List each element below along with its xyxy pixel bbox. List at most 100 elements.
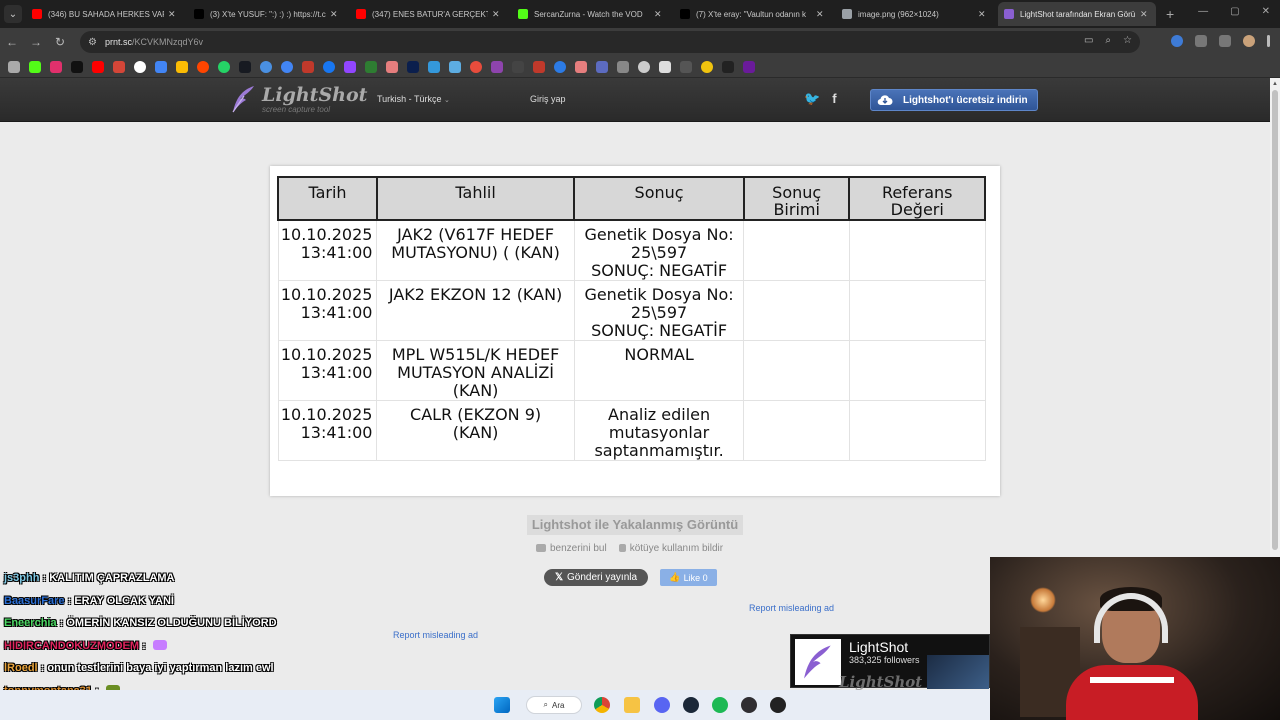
reference-cell [848, 219, 986, 281]
lightshot-logo[interactable]: LightShot screen capture tool [230, 84, 367, 114]
bookmark-s-icon[interactable] [680, 60, 692, 73]
bookmark-reddit-icon[interactable] [197, 60, 209, 73]
facebook-icon[interactable]: f [832, 91, 836, 107]
bookmark-b-icon[interactable] [407, 60, 419, 73]
bookmark-coin-icon[interactable] [701, 60, 713, 73]
bookmark-steam-icon[interactable] [239, 60, 251, 73]
back-icon[interactable]: ← [0, 35, 24, 49]
tab-search-icon[interactable]: ⌄ [4, 5, 22, 23]
close-tab-icon[interactable]: ✕ [978, 9, 988, 20]
bookmark-x-icon[interactable] [71, 60, 83, 73]
maximize-icon[interactable]: ▢ [1230, 6, 1239, 17]
twitter-icon[interactable]: 🐦 [804, 91, 820, 107]
find-similar-link[interactable]: benzerini bul [536, 543, 607, 554]
bookmark-video-icon[interactable] [491, 60, 503, 73]
steam-icon[interactable] [683, 697, 699, 713]
screenshot-image[interactable]: Tarih Tahlil Sonuç Sonuç Birimi Referans Değ… [270, 166, 1000, 496]
close-tab-icon[interactable]: ✕ [654, 9, 664, 20]
profile-avatar-icon[interactable] [1243, 35, 1255, 47]
forward-icon[interactable]: → [24, 35, 48, 49]
bookmark-facebook-icon[interactable] [323, 60, 335, 73]
browser-tab[interactable]: (3) X'te YUSUF: ":) :) :) https://t.c ✕ [188, 2, 346, 26]
bookmark-play-icon[interactable] [554, 60, 566, 73]
address-bar[interactable]: ⚙ prnt.sc/KCVKMNzqdY6v ▭ ⌕ ☆ [80, 31, 1140, 53]
bookmark-twitch-icon[interactable] [344, 60, 356, 73]
browser-tab[interactable]: (346) BU SAHADA HERKES VAR ✕ [26, 2, 184, 26]
chat-message: Eneerchia : ÖMERİN KANSIZ OLDUĞUNU BİLİY… [4, 615, 304, 638]
chrome-icon[interactable] [594, 697, 610, 713]
date-cell: 10.10.2025 13:41:00 [277, 340, 378, 401]
discord-icon[interactable] [654, 697, 670, 713]
bookmark-link-icon[interactable] [386, 60, 398, 73]
login-link[interactable]: Giriş yap [530, 94, 566, 104]
media-player-icon[interactable] [770, 697, 786, 713]
close-window-icon[interactable]: ✕ [1262, 6, 1270, 17]
bookmark-translate-icon[interactable] [155, 60, 167, 73]
close-tab-icon[interactable]: ✕ [168, 9, 178, 20]
cast-icon[interactable]: ▭ [1084, 35, 1093, 46]
facebook-like-button[interactable]: 👍 Like 0 [660, 569, 717, 586]
apps-grid-icon[interactable] [8, 60, 20, 73]
column-header: Tarih [277, 176, 378, 221]
browser-tab[interactable]: (347) ENES BATUR'A GERÇEKTE ✕ [350, 2, 508, 26]
browser-tab[interactable]: SercanZurna - Watch the VOD ✕ [512, 2, 670, 26]
bookmark-leaf-icon[interactable] [365, 60, 377, 73]
bookmark-chrome-icon[interactable] [281, 60, 293, 73]
browser-tab[interactable]: (7) X'te eray: "Vaultun odanın k ✕ [674, 2, 832, 26]
close-tab-icon[interactable]: ✕ [492, 9, 502, 20]
scroll-up-icon[interactable]: ▲ [1272, 81, 1278, 87]
language-selector[interactable]: Turkish - Türkçe ⌄ [377, 94, 450, 104]
bookmark-dot-icon[interactable] [512, 60, 524, 73]
taskbar-search[interactable]: ⌕ Ara [526, 696, 582, 714]
bookmark-stack-icon[interactable] [659, 60, 671, 73]
bookmark-whatsapp-icon[interactable] [218, 60, 230, 73]
bookmark-image-icon[interactable] [449, 60, 461, 73]
bookmark-chat-icon[interactable] [470, 60, 482, 73]
extension-icon[interactable] [1171, 35, 1183, 47]
follow-card-thumbnail [927, 655, 989, 689]
windows-start-icon[interactable] [494, 697, 510, 713]
bookmark-gmail-icon[interactable] [113, 60, 125, 73]
bookmark-tag-icon[interactable] [575, 60, 587, 73]
lightshot-follow-card[interactable]: LightShot 383,325 followers LightShot [790, 634, 990, 691]
scrollbar-thumb[interactable] [1272, 90, 1278, 550]
file-explorer-icon[interactable] [624, 697, 640, 713]
bookmark-star-icon[interactable]: ☆ [1123, 35, 1132, 46]
report-abuse-link[interactable]: kötüye kullanım bildir [618, 543, 723, 554]
bookmark-drive-icon[interactable] [176, 60, 188, 73]
bookmark-k-icon[interactable] [743, 60, 755, 73]
bookmark-google-icon[interactable] [134, 60, 146, 73]
puzzle-icon[interactable] [1195, 35, 1207, 47]
bookmark-youtube-icon[interactable] [92, 60, 104, 73]
bookmark-instagram-icon[interactable] [50, 60, 62, 73]
bookmark-square-icon[interactable] [596, 60, 608, 73]
x-icon [194, 9, 204, 19]
minimize-icon[interactable]: — [1198, 6, 1208, 17]
browser-menu-icon[interactable] [1267, 35, 1270, 47]
reload-icon[interactable]: ↻ [48, 35, 72, 49]
chat-message: HIDIRCANDOKUZMODEM : [4, 638, 304, 661]
share-on-x-button[interactable]: 𝕏 Gönderi yayınla [544, 569, 648, 586]
obs-icon[interactable] [741, 697, 757, 713]
site-info-icon[interactable]: ⚙ [88, 37, 97, 48]
bookmark-news-icon[interactable] [302, 60, 314, 73]
tab-list-icon[interactable] [1219, 35, 1231, 47]
close-tab-icon[interactable]: ✕ [1140, 9, 1150, 20]
browser-tab[interactable]: LightShot tarafından Ekran Görü ✕ [998, 2, 1156, 26]
bookmark-kick-icon[interactable] [29, 60, 41, 73]
bookmark-chart-icon[interactable] [533, 60, 545, 73]
bookmark-circle-icon[interactable] [638, 60, 650, 73]
close-tab-icon[interactable]: ✕ [816, 9, 826, 20]
bookmark-sync-icon[interactable] [260, 60, 272, 73]
bookmark-tidal-icon[interactable] [722, 60, 734, 73]
new-tab-button[interactable]: + [1166, 6, 1174, 22]
browser-tab[interactable]: image.png (962×1024) ✕ [836, 2, 994, 26]
bookmark-chain-icon[interactable] [617, 60, 629, 73]
spotify-icon[interactable] [712, 697, 728, 713]
bookmark-sun-icon[interactable] [428, 60, 440, 73]
report-ad-link[interactable]: Report misleading ad [749, 603, 834, 613]
download-button[interactable]: Lightshot'ı ücretsiz indirin [870, 89, 1038, 111]
close-tab-icon[interactable]: ✕ [330, 9, 340, 20]
zoom-icon[interactable]: ⌕ [1105, 35, 1111, 46]
report-ad-link-secondary[interactable]: Report misleading ad [393, 630, 478, 640]
